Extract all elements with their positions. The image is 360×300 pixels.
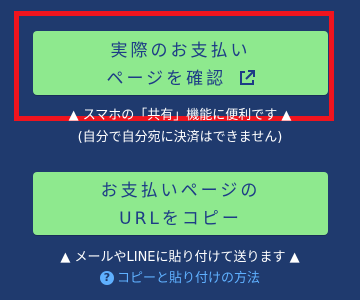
copy-paste-help-link[interactable]: ? コピーと貼り付けの方法 [0,267,360,286]
help-icon: ? [99,271,114,285]
help-link-label: コピーと貼り付けの方法 [116,271,260,286]
copy-payment-url-button[interactable]: お支払いページの URLをコピー [33,172,328,235]
paste-instructions-note: ▲ メールやLINEに貼り付けて送ります ▲ [60,250,300,265]
view-payment-page-button[interactable]: 実際のお支払い ページを確認 [33,31,328,95]
self-payment-note: (自分で自分宛に決済はできません) [77,130,283,145]
view-payment-page-label-line2: ページを確認 [106,69,227,89]
share-feature-note: ▲ スマホの「共有」機能に便利です ▲ [68,108,292,123]
external-link-icon [239,67,255,95]
copy-url-label-line2: URLをコピー [119,209,242,229]
copy-url-label-line1: お支払いページの [100,181,261,201]
payment-share-panel: 実際のお支払い ページを確認 ▲ スマホの「共有」機能に便利です ▲ (自分で自… [0,0,360,300]
view-payment-page-label-line2-wrap: ページを確認 [33,65,328,95]
view-payment-page-label-line1: 実際のお支払い [110,41,251,61]
